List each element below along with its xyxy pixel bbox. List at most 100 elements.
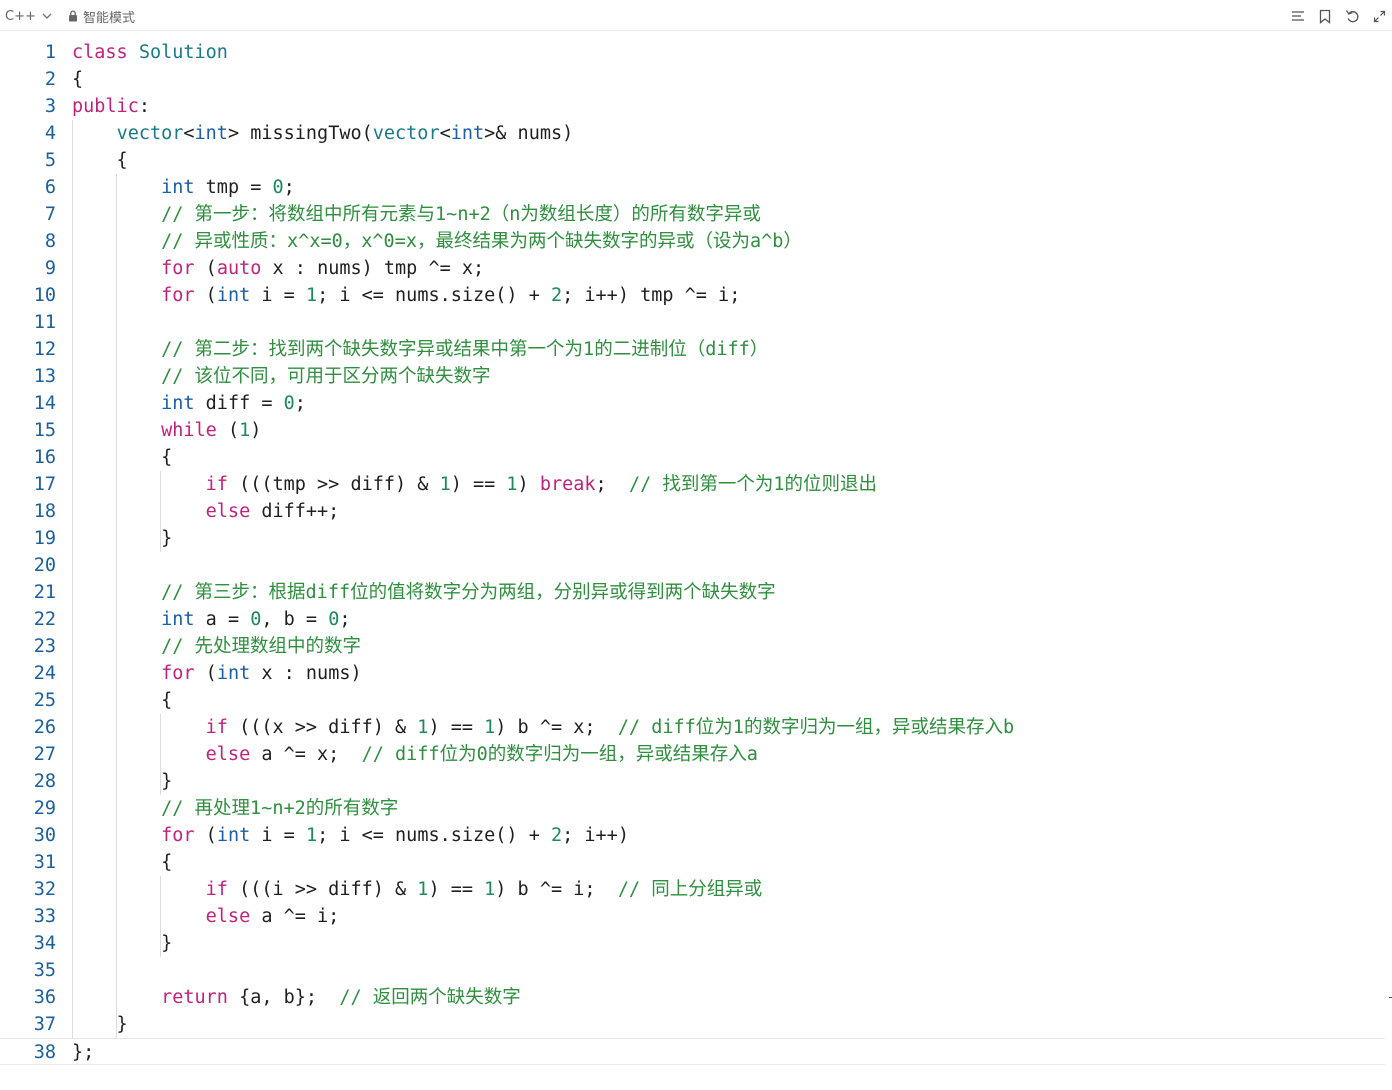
code-line[interactable]: 19 }: [0, 525, 1385, 552]
code-text: if (((x >> diff) & 1) == 1) b ^= x; // d…: [205, 717, 1015, 738]
code-text: for (auto x : nums) tmp ^= x;: [161, 258, 485, 279]
line-number: 30: [33, 825, 56, 846]
code-line[interactable]: 3 public:: [0, 93, 1385, 120]
code-line[interactable]: 24 for (int x : nums): [0, 660, 1385, 687]
line-number: 8: [44, 231, 56, 252]
mode-indicator: 智能模式: [68, 7, 136, 26]
line-number: 19: [33, 528, 56, 549]
code-line[interactable]: 28 }: [0, 768, 1385, 795]
code-text: public:: [72, 96, 150, 117]
line-number: 11: [33, 312, 56, 333]
language-label: C++: [5, 8, 36, 24]
code-text: while (1): [161, 420, 262, 441]
code-text: }: [72, 528, 173, 549]
code-text: return {a, b}; // 返回两个缺失数字: [161, 987, 521, 1008]
code-line[interactable]: 35: [0, 957, 1385, 984]
line-number: 5: [44, 150, 56, 171]
code-line[interactable]: 12 // 第二步：找到两个缺失数字异或结果中第一个为1的二进制位（diff）: [0, 336, 1385, 363]
code-line[interactable]: 31 {: [0, 849, 1385, 876]
line-number: 38: [33, 1042, 56, 1063]
code-text: {: [72, 447, 173, 468]
code-line[interactable]: 10 for (int i = 1; i <= nums.size() + 2;…: [0, 282, 1385, 309]
bookmark-icon[interactable]: [1316, 7, 1334, 25]
line-number: 20: [33, 555, 56, 576]
line-number: 26: [33, 717, 56, 738]
code-text: vector<int> missingTwo(vector<int>& nums…: [116, 123, 574, 144]
line-number: 25: [33, 690, 56, 711]
expand-icon[interactable]: [1370, 7, 1388, 25]
code-text: {: [72, 852, 173, 873]
line-number: 37: [33, 1014, 56, 1035]
line-number: 10: [33, 285, 56, 306]
editor-toolbar: C++ 智能模式: [0, 0, 1392, 31]
code-text: {: [72, 69, 84, 90]
code-line[interactable]: 34 }: [0, 930, 1385, 957]
code-line[interactable]: 5 {: [0, 147, 1385, 174]
undo-icon[interactable]: [1343, 7, 1361, 25]
code-line[interactable]: 11: [0, 309, 1385, 336]
mode-label: 智能模式: [83, 10, 136, 26]
line-number: 9: [44, 258, 56, 279]
indent-guide: [160, 876, 161, 957]
line-number: 13: [33, 366, 56, 387]
line-number: 6: [44, 177, 56, 198]
line-number: 12: [33, 339, 56, 360]
code-text: };: [72, 1042, 95, 1063]
line-number: 1: [44, 42, 56, 63]
line-number: 4: [44, 123, 56, 144]
indent-guide: [160, 714, 161, 795]
code-line[interactable]: 17 if (((tmp >> diff) & 1) == 1) break; …: [0, 471, 1385, 498]
code-line[interactable]: 25 {: [0, 687, 1385, 714]
code-line[interactable]: 16 {: [0, 444, 1385, 471]
code-line[interactable]: 21 // 第三步：根据diff位的值将数字分为两组，分别异或得到两个缺失数字: [0, 579, 1385, 606]
code-text: // 异或性质：x^x=0，x^0=x，最终结果为两个缺失数字的异或（设为a^b…: [161, 231, 802, 252]
code-line[interactable]: 29 // 再处理1~n+2的所有数字: [0, 795, 1385, 822]
code-line[interactable]: 13 // 该位不同，可用于区分两个缺失数字: [0, 363, 1385, 390]
code-line[interactable]: 1 class Solution: [0, 39, 1385, 66]
language-select[interactable]: C++: [5, 7, 52, 25]
code-line[interactable]: 36 return {a, b}; // 返回两个缺失数字: [0, 984, 1385, 1011]
line-number: 27: [33, 744, 56, 765]
line-number: 34: [33, 933, 56, 954]
code-line[interactable]: 6 int tmp = 0;: [0, 174, 1385, 201]
line-number: 14: [33, 393, 56, 414]
code-line[interactable]: 8 // 异或性质：x^x=0，x^0=x，最终结果为两个缺失数字的异或（设为a…: [0, 228, 1385, 255]
code-text: // 再处理1~n+2的所有数字: [161, 798, 399, 819]
line-number: 17: [33, 474, 56, 495]
code-line[interactable]: 7 // 第一步：将数组中所有元素与1~n+2（n为数组长度）的所有数字异或: [0, 201, 1385, 228]
code-line[interactable]: 9 for (auto x : nums) tmp ^= x;: [0, 255, 1385, 282]
code-line[interactable]: 15 while (1): [0, 417, 1385, 444]
toolbar-actions: [1289, 6, 1388, 26]
code-text: int diff = 0;: [161, 393, 306, 414]
code-text: // 第三步：根据diff位的值将数字分为两组，分别异或得到两个缺失数字: [161, 582, 776, 603]
code-line[interactable]: 32 if (((i >> diff) & 1) == 1) b ^= i; /…: [0, 876, 1385, 903]
code-line[interactable]: 18 else diff++;: [0, 498, 1385, 525]
code-line[interactable]: 27 else a ^= x; // diff位为0的数字归为一组，异或结果存入…: [0, 741, 1385, 768]
code-line[interactable]: 37 }: [0, 1011, 1385, 1038]
code-line[interactable]: 4 vector<int> missingTwo(vector<int>& nu…: [0, 120, 1385, 147]
line-number: 21: [33, 582, 56, 603]
code-line[interactable]: 20: [0, 552, 1385, 579]
line-number: 23: [33, 636, 56, 657]
line-number: 36: [33, 987, 56, 1008]
line-number: 2: [44, 69, 56, 90]
code-text: for (int i = 1; i <= nums.size() + 2; i+…: [161, 825, 629, 846]
code-line[interactable]: 30 for (int i = 1; i <= nums.size() + 2;…: [0, 822, 1385, 849]
indent-guide: [160, 471, 161, 552]
line-number: 31: [33, 852, 56, 873]
code-line[interactable]: 2{: [0, 66, 1385, 93]
code-line[interactable]: 26 if (((x >> diff) & 1) == 1) b ^= x; /…: [0, 714, 1385, 741]
line-number: 24: [33, 663, 56, 684]
code-text: else a ^= i;: [205, 906, 340, 927]
code-line[interactable]: 38};: [0, 1038, 1385, 1065]
code-line[interactable]: 14 int diff = 0;: [0, 390, 1385, 417]
code-line[interactable]: 23 // 先处理数组中的数字: [0, 633, 1385, 660]
code-line[interactable]: 33 else a ^= i;: [0, 903, 1385, 930]
lock-icon: [69, 10, 77, 22]
code-editor[interactable]: 1 class Solution 2{3 public: 4 vector<int> m…: [0, 39, 1385, 1079]
line-number: 33: [33, 906, 56, 927]
chevron-down-icon: [42, 13, 52, 19]
code-line[interactable]: 22 int a = 0, b = 0;: [0, 606, 1385, 633]
list-icon[interactable]: [1289, 7, 1307, 25]
line-number: 7: [44, 204, 56, 225]
